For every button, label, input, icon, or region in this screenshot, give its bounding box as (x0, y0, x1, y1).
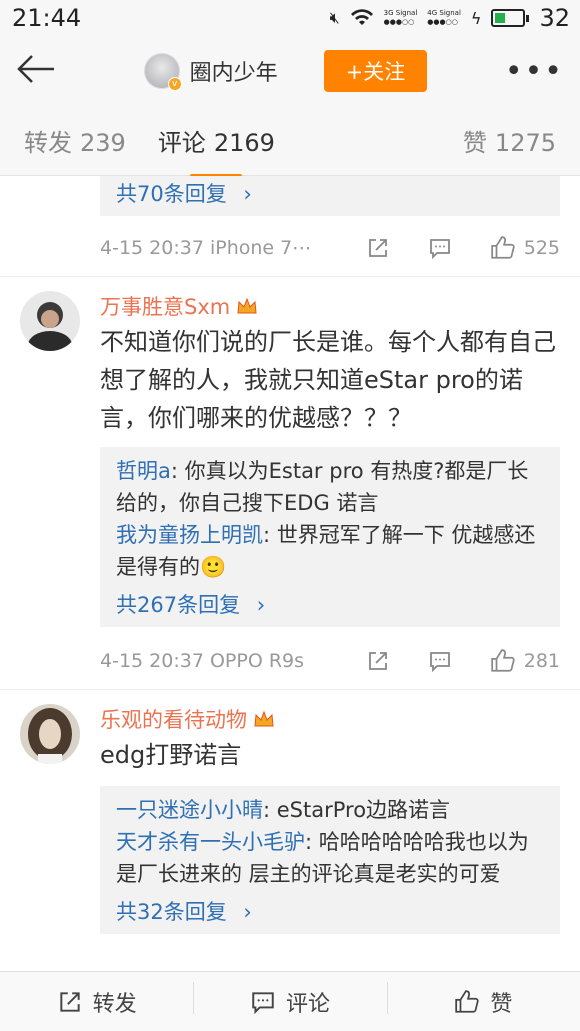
reply-box: 共70条回复 › (100, 176, 560, 216)
vip-crown-icon (254, 710, 274, 727)
back-arrow-icon[interactable] (16, 51, 66, 91)
repost-button[interactable]: 转发 (0, 986, 193, 1018)
reply-box: 哲明a: 你真以为Estar pro 有热度?都是厂长给的，你自己搜下EDG 诺… (100, 447, 560, 627)
view-replies-link[interactable]: 共267条回复 › (116, 589, 544, 619)
author-name[interactable]: 圈内少年 (190, 55, 278, 87)
reply-box: 一只迷途小小晴: eStarPro边路诺言 天才杀有一头小毛驴: 哈哈哈哈哈哈我… (100, 786, 560, 934)
like-button[interactable]: 525 (490, 235, 560, 261)
author-avatar[interactable]: v (143, 53, 182, 91)
comment-meta: 4-15 20:37 iPhone 7⋯ 525 (100, 220, 560, 276)
view-replies-link[interactable]: 共70条回复 › (116, 178, 544, 208)
verified-badge-icon: v (167, 77, 182, 91)
like-button[interactable]: 赞 (386, 981, 580, 1018)
commenter-avatar[interactable] (20, 291, 80, 351)
thumbs-up-icon (455, 989, 480, 1013)
comment-time: 4-15 20:37 iPhone 7⋯ (100, 237, 312, 259)
reply-item[interactable]: 我为童扬上明凯: 世界冠军了解一下 优越感还是得有的🙂 (116, 519, 544, 583)
view-replies-link[interactable]: 共32条回复 › (116, 896, 544, 926)
thumbs-up-icon (491, 649, 515, 672)
tab-like[interactable]: 赞 1275 (463, 123, 556, 158)
comment-icon[interactable] (428, 649, 452, 673)
mute-icon: 🔇︎ (329, 8, 340, 27)
reply-item[interactable]: 一只迷途小小晴: eStarPro边路诺言 (116, 794, 544, 826)
signal-4g: 4G Signal ●●●○○ (427, 9, 461, 26)
follow-button[interactable]: +关注 (323, 50, 428, 92)
share-icon[interactable] (366, 649, 390, 673)
share-icon (60, 991, 80, 1012)
comment-list[interactable]: 共70条回复 › 4-15 20:37 iPhone 7⋯ 525 万事胜意Sx… (0, 176, 580, 971)
commenter-avatar[interactable] (20, 704, 80, 764)
comment-icon[interactable] (428, 236, 452, 260)
status-bar: 21:44 🔇︎ 3G Signal ●●●○○ 4G Signal ●●●○○ ϟ… (0, 0, 580, 36)
signal-3g: 3G Signal ●●●○○ (383, 9, 418, 26)
tab-bar: 转发 239 评论 2169 赞 1275 (0, 106, 580, 178)
comment-text: edg打野诺言 (100, 741, 242, 769)
comment-time: 4-15 20:37 OPPO R9s (100, 650, 305, 672)
tab-comment[interactable]: 评论 2169 (158, 123, 275, 178)
more-options-icon[interactable]: ••• (505, 54, 564, 89)
bottom-action-bar: 转发 评论 赞 (0, 971, 580, 1031)
reply-item[interactable]: 哲明a: 你真以为Estar pro 有热度?都是厂长给的，你自己搜下EDG 诺… (116, 455, 544, 519)
vip-crown-icon (237, 297, 257, 314)
tab-repost[interactable]: 转发 239 (24, 123, 126, 158)
top-nav: v 圈内少年 +关注 ••• (0, 36, 580, 106)
reply-item[interactable]: 天才杀有一头小毛驴: 哈哈哈哈哈哈我也以为是厂长进来的 层主的评论真是老实的可爱 (116, 826, 544, 890)
battery-level: 32 (539, 4, 570, 32)
status-time: 21:44 (12, 4, 82, 32)
commenter-name[interactable]: 乐观的看待动物 (100, 704, 560, 734)
thumbs-up-icon (491, 236, 515, 259)
commenter-name[interactable]: 万事胜意Sxm (100, 291, 560, 321)
author-info[interactable]: v 圈内少年 +关注 (143, 50, 428, 92)
charging-icon: ϟ (470, 8, 482, 28)
comment-meta: 4-15 20:37 OPPO R9s 281 (100, 633, 560, 689)
comment-icon (252, 991, 274, 1014)
comment-button[interactable]: 评论 (193, 981, 386, 1018)
battery-icon (491, 9, 530, 27)
share-icon[interactable] (366, 236, 390, 260)
like-button[interactable]: 281 (490, 648, 560, 674)
comment-text: 不知道你们说的厂长是谁。每个人都有自己想了解的人，我就只知道eStar pro的… (100, 328, 556, 432)
wifi-icon (350, 4, 374, 32)
comment-item: 万事胜意Sxm 不知道你们说的厂长是谁。每个人都有自己想了解的人，我就只知道eS… (0, 277, 580, 437)
comment-item: 乐观的看待动物 edg打野诺言 (0, 690, 580, 774)
